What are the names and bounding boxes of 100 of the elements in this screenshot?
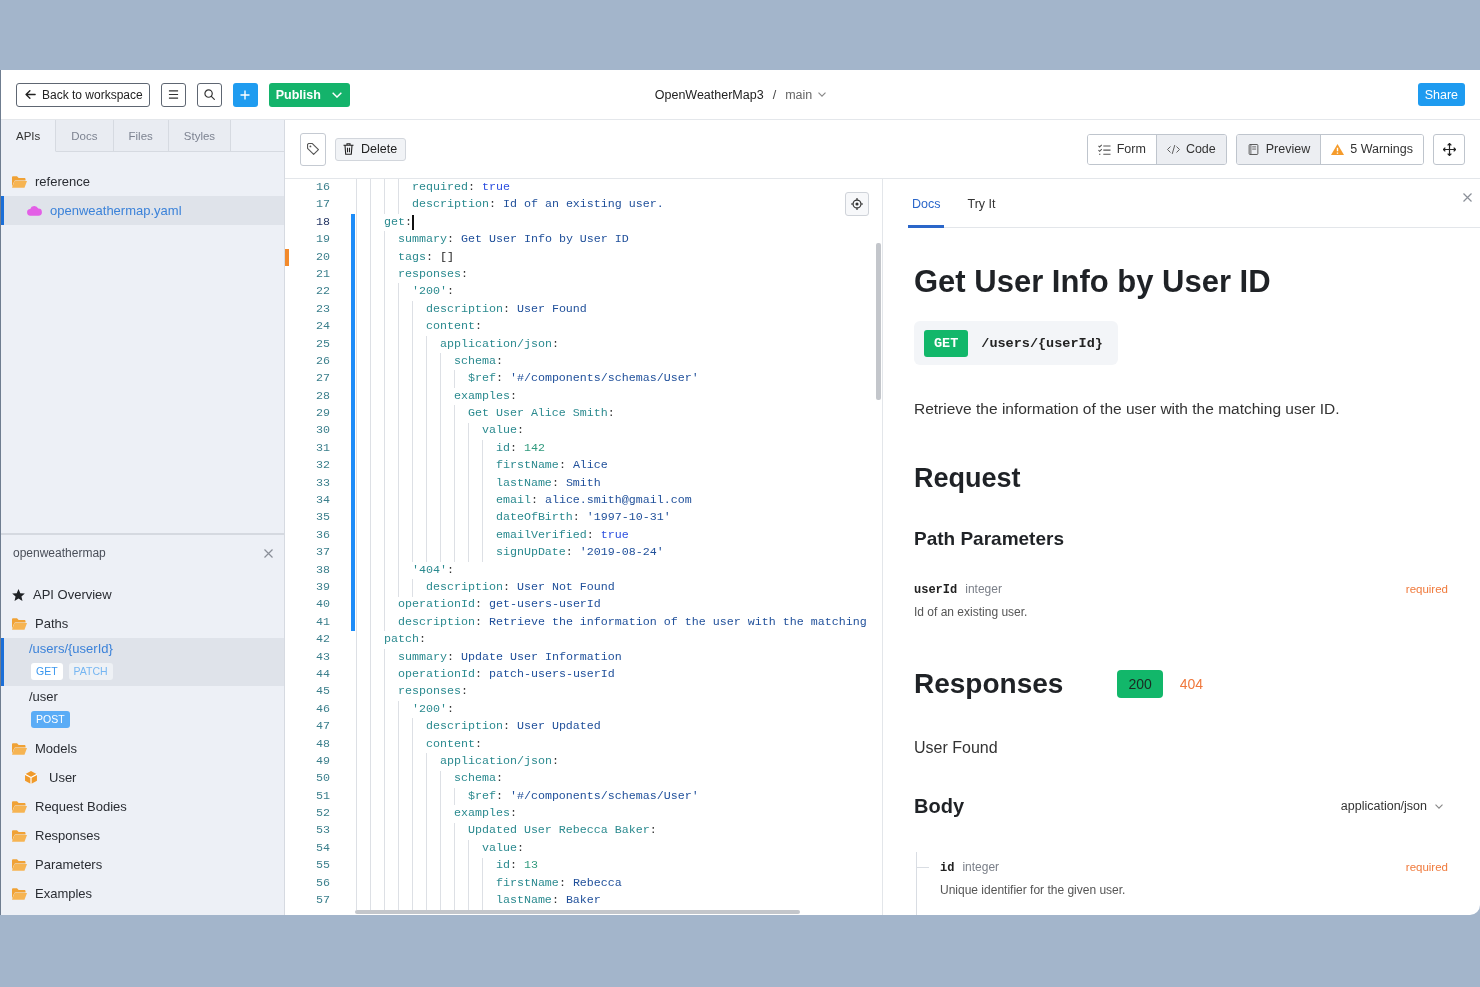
folder-item[interactable]: Parameters [1, 850, 284, 879]
branch-selector[interactable]: main [785, 87, 827, 102]
line-number: 21 [315, 265, 330, 283]
status-code-tab[interactable]: 200 [1117, 670, 1163, 698]
field-description: Unique identifier for the given user. [940, 882, 1127, 899]
method-label: GET [924, 329, 969, 357]
code-line: description: Retrieve the information of the user with the matching [398, 613, 867, 631]
nav-item[interactable]: API Overview [1, 580, 284, 609]
code-line: operationId: patch-users-userId [398, 665, 615, 683]
breadcrumb-separator: / [772, 87, 777, 102]
line-number: 54 [315, 839, 330, 857]
preview-toggle[interactable]: Preview [1236, 134, 1321, 164]
folder-icon [12, 829, 27, 842]
code-line: examples: [453, 387, 517, 405]
line-number: 30 [315, 422, 330, 440]
close-button[interactable] [262, 546, 275, 560]
close-icon [264, 548, 273, 558]
folder-icon [12, 858, 27, 871]
checklist-icon [1097, 143, 1111, 155]
mode-toggle[interactable]: Code [1155, 134, 1226, 164]
code-line: signUpDate: '2019-08-24' [495, 544, 664, 562]
folder-item[interactable]: reference [1, 167, 284, 196]
code-line: content: [425, 318, 482, 336]
menu-button[interactable] [160, 82, 186, 107]
line-number: 22 [315, 283, 330, 301]
project-name[interactable]: OpenWeatherMap3 [654, 87, 764, 102]
code-line: value: [481, 839, 524, 857]
code-icon [1166, 143, 1180, 155]
folder-item[interactable]: Responses [1, 821, 284, 850]
line-number: 53 [315, 822, 330, 840]
search-icon [203, 89, 215, 100]
chevron-down-icon [818, 92, 827, 97]
back-button[interactable]: Back to workspace [16, 82, 150, 107]
code-line: summary: Get User Info by User ID [398, 231, 629, 249]
folder-icon [12, 800, 27, 813]
cube-icon [25, 771, 37, 784]
line-number: 40 [315, 596, 330, 614]
trash-icon [343, 143, 354, 155]
folder-item[interactable]: Examples [1, 879, 284, 908]
code-line: patch: [384, 631, 426, 649]
folder-icon [12, 887, 27, 900]
folder-item[interactable]: Paths [1, 609, 284, 638]
folder-icon [12, 175, 27, 188]
line-number: 28 [315, 387, 330, 405]
folder-icon [12, 742, 27, 755]
folder-item[interactable]: Request Bodies [1, 792, 284, 821]
code-line: emailVerified: true [495, 526, 629, 544]
tag-button[interactable] [300, 132, 326, 166]
code-line: required: true [411, 179, 510, 196]
line-number: 17 [315, 196, 330, 214]
close-icon [1463, 193, 1472, 202]
media-type-selector[interactable]: application/json [1340, 799, 1448, 813]
tag-icon [307, 143, 319, 155]
warnings-button[interactable]: 5 Warnings [1320, 134, 1423, 164]
line-number: 57 [315, 892, 330, 909]
line-number: 43 [315, 648, 330, 666]
folder-item[interactable]: Models [1, 734, 284, 763]
code-line: summary: Update User Information [398, 648, 622, 666]
arrow-left-icon [25, 90, 36, 99]
page-title: Get User Info by User ID [914, 264, 1272, 300]
code-line: Updated User Rebecca Baker: [467, 822, 657, 840]
warning-icon [1331, 143, 1345, 155]
line-number: 50 [315, 770, 330, 788]
param-name: userId [914, 582, 958, 599]
endpoint-description: Retrieve the information of the user with the matching user ID. [914, 399, 1341, 419]
code-line: tags: [] [398, 248, 454, 266]
delete-button[interactable]: Delete [335, 137, 407, 161]
code-line: application/json: [439, 335, 559, 353]
search-button[interactable] [196, 82, 222, 107]
section-heading: Request [914, 462, 1022, 494]
folder-icon [12, 617, 27, 630]
move-button[interactable] [1433, 133, 1465, 165]
code-line: responses: [398, 683, 468, 701]
add-button[interactable] [232, 82, 258, 107]
line-number: 25 [315, 335, 330, 353]
preview-tab[interactable]: Try It [963, 179, 1000, 228]
line-number: 45 [315, 683, 330, 701]
section-heading: Responses [914, 667, 1064, 701]
code-line: schema: [453, 352, 503, 370]
response-description: User Found [914, 738, 999, 758]
line-number: 41 [315, 613, 330, 631]
code-line: application/json: [439, 752, 559, 770]
code-line: lastName: Baker [495, 892, 601, 909]
model-item[interactable]: User [1, 763, 284, 792]
star-icon [12, 588, 25, 601]
code-line: examples: [453, 805, 517, 823]
code-line: '200': [411, 700, 454, 718]
line-number: 39 [315, 579, 330, 596]
locate-button[interactable] [845, 192, 869, 216]
path-item[interactable]: /user POST [1, 686, 284, 734]
line-number: 16 [315, 179, 330, 196]
code-line: firstName: Alice [495, 457, 608, 475]
plus-icon [240, 89, 251, 100]
line-number: 48 [315, 735, 330, 753]
scrollbar-thumb[interactable] [876, 243, 881, 400]
line-number: 18 [315, 213, 330, 231]
scrollbar-thumb[interactable] [355, 910, 800, 914]
document-icon [1246, 143, 1260, 155]
preview-tab[interactable]: Docs [908, 179, 945, 228]
line-number: 46 [315, 700, 330, 718]
